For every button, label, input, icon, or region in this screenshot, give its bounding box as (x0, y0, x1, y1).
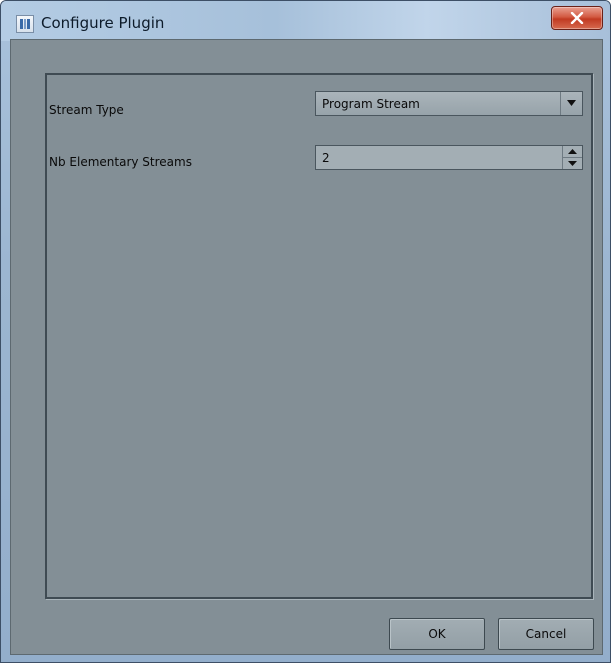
spinbox-buttons (562, 146, 582, 169)
close-button[interactable] (551, 6, 603, 30)
spin-down-button[interactable] (563, 158, 582, 169)
nb-elementary-streams-value[interactable]: 2 (322, 151, 330, 165)
stream-type-dropdown[interactable]: Program Stream (315, 91, 583, 116)
dialog-client-area: Stream Type Program Stream Nb Elementary… (10, 39, 603, 655)
title-bar[interactable]: Configure Plugin (1, 1, 610, 41)
dropdown-arrow-button[interactable] (560, 92, 582, 115)
spin-up-icon (568, 149, 577, 154)
stream-type-selected-value: Program Stream (322, 97, 420, 111)
configure-plugin-window: Configure Plugin Stream Type Program Str… (0, 0, 611, 663)
spin-up-button[interactable] (563, 146, 582, 158)
chevron-down-icon (567, 100, 576, 106)
ok-button[interactable]: OK (389, 618, 485, 650)
cancel-button[interactable]: Cancel (498, 618, 594, 650)
window-title: Configure Plugin (41, 14, 165, 32)
spin-down-icon (568, 161, 577, 166)
nb-elementary-streams-label: Nb Elementary Streams (49, 155, 192, 169)
nb-elementary-streams-spinbox[interactable]: 2 (315, 145, 583, 170)
close-icon (570, 12, 584, 24)
stream-type-label: Stream Type (49, 103, 124, 117)
app-icon (16, 15, 34, 33)
settings-group-frame: Stream Type Program Stream Nb Elementary… (45, 73, 593, 599)
